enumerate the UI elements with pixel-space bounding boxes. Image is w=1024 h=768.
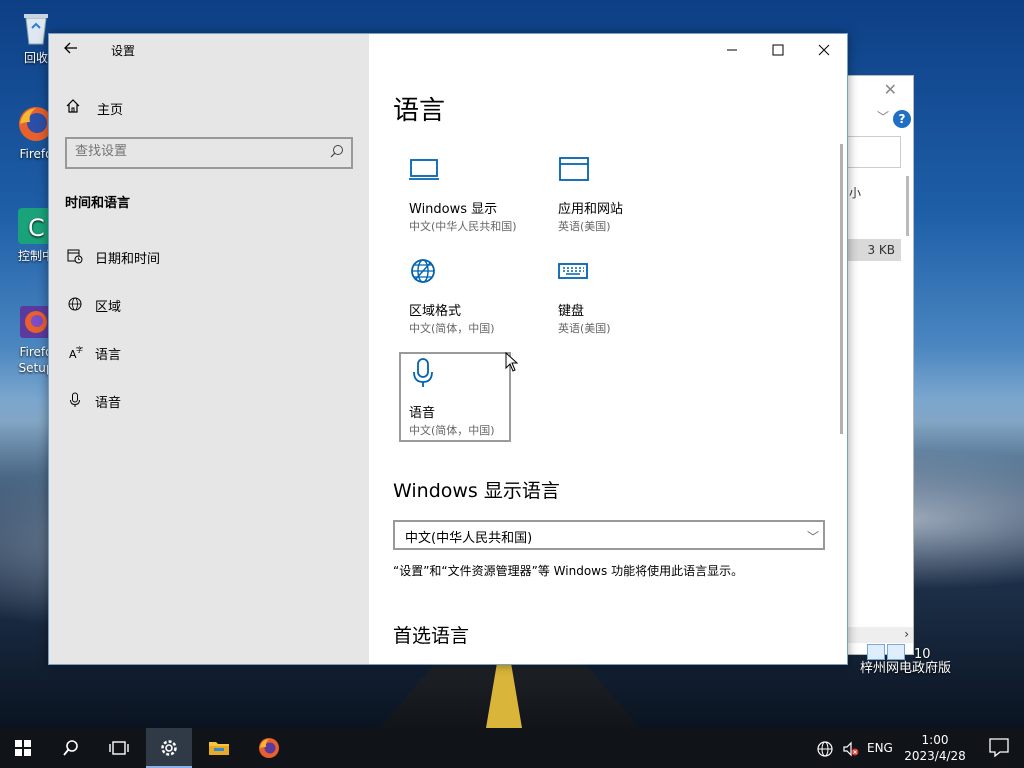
sidebar-item-region[interactable]: 区域 [65,296,355,336]
home-icon [65,98,85,118]
microphone-icon [65,392,85,415]
chevron-down-icon[interactable]: ﹀ [877,108,889,125]
search-box[interactable] [65,137,353,169]
horizontal-scrollbar[interactable]: › [847,627,913,643]
task-view-button[interactable] [96,728,142,768]
maximize-icon[interactable] [755,34,801,66]
back-arrow-icon[interactable] [63,40,83,60]
search-icon[interactable] [329,144,345,160]
sidebar-item-date-time[interactable]: 日期和时间 [65,248,355,288]
tile-speech[interactable]: 语音 中文(简体，中国) [399,352,511,442]
globe-settings-icon [409,258,441,286]
system-clock[interactable]: 1:00 2023/4/28 [900,732,970,764]
vertical-scrollbar[interactable] [906,176,909,236]
tile-regional-format[interactable]: 区域格式 中文(简体，中国) [399,250,537,342]
input-language-indicator[interactable]: ENG [867,728,893,768]
svg-text:C: C [28,214,45,242]
sidebar-item-label: 区域 [95,300,122,315]
sidebar-item-speech[interactable]: 语音 [65,392,355,432]
monitor-icon [409,156,441,184]
window-title: 设置 [111,44,136,58]
tile-keyboard[interactable]: 键盘 英语(美国) [548,250,686,342]
tile-name: 应用和网站 [558,202,624,217]
tile-apps-websites[interactable]: 应用和网站 英语(美国) [548,148,686,240]
close-icon[interactable]: ✕ [884,80,897,99]
address-box[interactable] [847,136,901,168]
settings-taskbar-button[interactable] [146,728,192,768]
clock-time: 1:00 [921,733,949,747]
file-size-cell: 3 KB [847,239,901,261]
settings-sidebar: 设置 主页 时间和语言 日期和时间 区域 A字 语 [49,34,369,664]
mouse-cursor-icon [505,351,519,372]
scroll-right-icon[interactable]: › [904,627,909,641]
close-icon[interactable] [801,34,847,66]
section-heading: 时间和语言 [65,196,131,211]
home-link[interactable]: 主页 [65,98,123,118]
tile-subtitle: 英语(美国) [558,220,611,233]
settings-content: 语言 Windows 显示 中文(中华人民共和国) 应用和网站 英语(美国) 区… [369,34,847,664]
tile-windows-display[interactable]: Windows 显示 中文(中华人民共和国) [399,148,537,240]
tile-subtitle: 英语(美国) [558,322,611,335]
tile-name: 语音 [409,406,436,421]
background-explorer-window[interactable]: ✕ ﹀ ? 小 3 KB › [846,75,914,660]
calendar-clock-icon [65,248,85,271]
window-controls [697,34,847,66]
tile-name: Windows 显示 [409,202,498,217]
tile-subtitle: 中文(中华人民共和国) [409,220,517,233]
display-language-heading: Windows 显示语言 [393,480,560,502]
globe-pin-icon [65,296,85,319]
search-taskbar-button[interactable] [48,728,94,768]
firefox-taskbar-button[interactable] [246,728,292,768]
file-explorer-taskbar-button[interactable] [196,728,242,768]
start-button[interactable] [0,728,46,768]
clock-date: 2023/4/28 [904,749,966,763]
vertical-scrollbar[interactable] [840,144,843,434]
home-label: 主页 [97,103,124,118]
volume-muted-icon[interactable] [842,728,860,768]
sidebar-item-language[interactable]: A字 语言 [65,344,355,384]
display-language-description: “设置”和“文件资源管理器”等 Windows 功能将使用此语言显示。 [393,564,744,578]
keyboard-icon [558,258,590,286]
tile-subtitle: 中文(简体，中国) [409,322,495,335]
notification-icon[interactable] [988,736,1012,760]
tile-name: 区域格式 [409,304,462,319]
sidebar-item-label: 日期和时间 [95,252,161,267]
dropdown-value: 中文(中华人民共和国) [405,531,533,546]
tile-name: 键盘 [558,304,585,319]
chevron-down-icon: ﹀ [806,530,819,544]
tile-subtitle: 中文(简体，中国) [409,424,495,437]
column-label: 小 [849,186,862,200]
browser-window-icon [558,156,590,184]
sidebar-item-label: 语音 [95,396,122,411]
microphone-icon [409,358,441,387]
help-icon[interactable]: ? [893,110,911,128]
language-icon: A字 [65,344,85,367]
page-title: 语言 [393,96,446,126]
svg-text:字: 字 [76,345,83,354]
title-bar[interactable]: 设置 [49,34,369,66]
taskbar: ENG 1:00 2023/4/28 [0,728,1024,768]
network-globe-icon[interactable] [816,728,834,768]
search-input[interactable] [75,144,315,159]
display-language-dropdown[interactable]: 中文(中华人民共和国) ﹀ [393,520,825,550]
sidebar-item-label: 语言 [95,348,122,363]
preferred-languages-heading: 首选语言 [393,625,470,647]
settings-window[interactable]: 设置 主页 时间和语言 日期和时间 区域 A字 语 [48,33,848,665]
minimize-icon[interactable] [709,34,755,66]
